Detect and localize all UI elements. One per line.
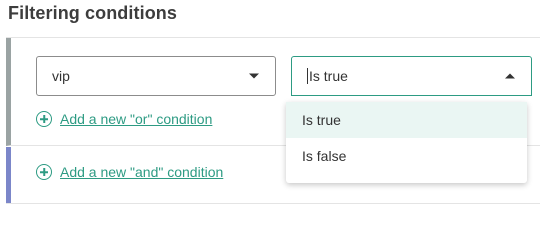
plus-circle-icon: [36, 111, 52, 127]
add-and-condition-label: Add a new "and" condition: [60, 164, 224, 180]
add-and-condition-link[interactable]: Add a new "and" condition: [36, 164, 223, 180]
add-or-condition-label: Add a new "or" condition: [60, 111, 213, 127]
operator-dropdown-menu: Is true Is false: [286, 102, 527, 183]
operator-select[interactable]: Is true: [291, 56, 532, 96]
dropdown-option-is-true[interactable]: Is true: [286, 102, 527, 138]
add-or-condition-link[interactable]: Add a new "or" condition: [36, 111, 212, 127]
plus-circle-icon: [36, 164, 52, 180]
field-select[interactable]: vip: [36, 56, 276, 96]
chevron-down-icon: [249, 73, 259, 79]
text-cursor: [307, 68, 308, 84]
operator-select-value: Is true: [309, 68, 348, 84]
chevron-up-icon: [505, 73, 515, 79]
field-select-value: vip: [52, 68, 70, 84]
page-title: Filtering conditions: [8, 3, 177, 23]
dropdown-option-is-false[interactable]: Is false: [286, 138, 527, 174]
